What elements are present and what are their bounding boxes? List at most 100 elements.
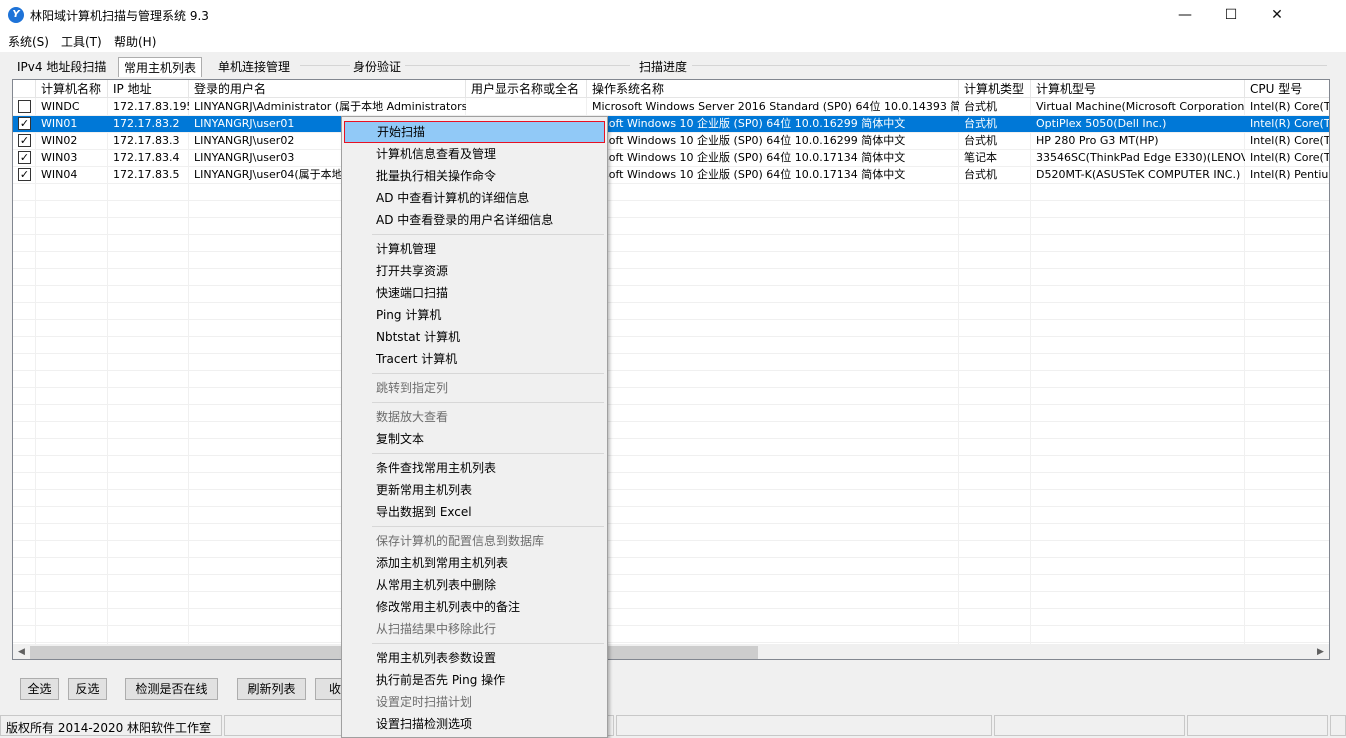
row-checkbox[interactable] — [18, 100, 31, 113]
column-header-cpu[interactable]: CPU 型号 — [1245, 80, 1329, 98]
minimize-button[interactable]: — — [1162, 0, 1208, 30]
grid-line — [13, 625, 1329, 626]
context-menu-item[interactable]: 开始扫描 — [344, 121, 605, 143]
grid-line — [13, 608, 1329, 609]
context-menu-item[interactable]: Tracert 计算机 — [344, 348, 605, 370]
grid-line — [13, 268, 1329, 269]
context-menu-item[interactable]: AD 中查看计算机的详细信息 — [344, 187, 605, 209]
cell-model: OptiPlex 5050(Dell Inc.) — [1036, 117, 1167, 130]
grid-line — [13, 200, 1329, 201]
cell-model: Virtual Machine(Microsoft Corporation) — [1036, 100, 1245, 113]
status-bar: 版权所有 2014-2020 林阳软件工作室 — [0, 713, 1346, 738]
menu-help[interactable]: 帮助(H) — [114, 33, 156, 50]
column-header-name[interactable]: 计算机名称 — [36, 80, 108, 98]
grid-line — [13, 319, 1329, 320]
close-button[interactable]: ✕ — [1254, 0, 1300, 30]
column-header-display-name[interactable]: 用户显示名称或全名 — [466, 80, 587, 98]
table-row[interactable]: WINDC 172.17.83.195 LINYANGRJ\Administrato… — [13, 98, 1330, 115]
cell-os: rosoft Windows 10 企业版 (SP0) 64位 10.0.171… — [592, 168, 906, 181]
status-panel — [994, 715, 1185, 736]
context-menu-item[interactable]: 条件查找常用主机列表 — [344, 457, 605, 479]
row-checkbox[interactable]: ✓ — [18, 134, 31, 147]
table-row[interactable]: ✓ WIN03 172.17.83.4 LINYANGRJ\user03 rosoft … — [13, 149, 1329, 166]
row-checkbox[interactable]: ✓ — [18, 117, 31, 130]
host-list-table[interactable]: 计算机名称 IP 地址 登录的用户名 用户显示名称或全名 操作系统名称 计算机类… — [12, 79, 1330, 660]
invert-selection-button[interactable]: 反选 — [68, 678, 107, 700]
row-checkbox[interactable]: ✓ — [18, 151, 31, 164]
select-all-button[interactable]: 全选 — [20, 678, 59, 700]
menu-tools[interactable]: 工具(T) — [61, 33, 102, 50]
status-panel — [616, 715, 992, 736]
horizontal-scrollbar[interactable]: ◀ ▶ — [13, 644, 1329, 659]
grid-line — [13, 285, 1329, 286]
column-header-model[interactable]: 计算机型号 — [1031, 80, 1245, 98]
tab-common-hosts[interactable]: 常用主机列表 — [118, 57, 203, 77]
context-menu-item[interactable]: 常用主机列表参数设置 — [344, 647, 605, 669]
context-menu-item[interactable]: AD 中查看登录的用户名详细信息 — [344, 209, 605, 231]
table-row[interactable]: ✓ WIN01 172.17.83.2 LINYANGRJ\user01 rosoft … — [13, 115, 1329, 132]
context-menu-item[interactable]: 快速端口扫描 — [344, 282, 605, 304]
maximize-button[interactable]: ☐ — [1208, 0, 1254, 30]
grid-line — [13, 506, 1329, 507]
column-header-ip[interactable]: IP 地址 — [108, 80, 189, 98]
context-menu-item[interactable]: 添加主机到常用主机列表 — [344, 552, 605, 574]
cell-os: rosoft Windows 10 企业版 (SP0) 64位 10.0.162… — [592, 117, 906, 130]
menu-bar: 系统(S) 工具(T) 帮助(H) — [0, 30, 1346, 52]
refresh-list-button[interactable]: 刷新列表 — [237, 678, 306, 700]
context-menu-item[interactable]: 设置扫描检测选项 — [344, 713, 605, 735]
context-menu-item[interactable]: 更新常用主机列表 — [344, 479, 605, 501]
context-menu: 开始扫描 计算机信息查看及管理 批量执行相关操作命令 AD 中查看计算机的详细信息 AD… — [341, 116, 608, 738]
cell-type: 台式机 — [964, 168, 997, 181]
grid-line — [13, 115, 1329, 116]
context-menu-item[interactable]: 修改常用主机列表中的备注 — [344, 596, 605, 618]
table-row[interactable]: ✓ WIN02 172.17.83.3 LINYANGRJ\user02 rosoft … — [13, 132, 1329, 149]
check-online-button[interactable]: 检测是否在线 — [125, 678, 218, 700]
context-menu-item: 保存计算机的配置信息到数据库 — [376, 534, 545, 548]
column-header-type[interactable]: 计算机类型 — [959, 80, 1031, 98]
tab-ipv4-scan[interactable]: IPv4 地址段扫描 — [17, 57, 106, 77]
table-row[interactable]: ✓ WIN04 172.17.83.5 LINYANGRJ\user04(属于本地 ro… — [13, 166, 1329, 183]
cell-type: 台式机 — [964, 117, 997, 130]
grid-line — [13, 438, 1329, 439]
status-panel — [1187, 715, 1328, 736]
cell-cpu: Intel(R) Core(TM — [1250, 100, 1330, 113]
context-menu-item[interactable]: 执行前是否先 Ping 操作 — [344, 669, 605, 691]
cell-os: Microsoft Windows Server 2016 Standard (… — [592, 100, 959, 113]
context-menu-item: 跳转到指定列 — [376, 381, 449, 395]
progress-group-label: 扫描进度 — [639, 60, 688, 74]
grid-line — [13, 132, 1329, 133]
grid-line — [13, 557, 1329, 558]
context-menu-item[interactable]: Nbtstat 计算机 — [344, 326, 605, 348]
column-header-os[interactable]: 操作系统名称 — [587, 80, 959, 98]
context-menu-separator — [372, 453, 604, 454]
vertical-scroll-edge — [1330, 80, 1346, 710]
context-menu-item[interactable]: 打开共享资源 — [344, 260, 605, 282]
cell-type: 台式机 — [964, 100, 997, 113]
scroll-left-icon[interactable]: ◀ — [13, 644, 30, 659]
context-menu-item[interactable]: Ping 计算机 — [344, 304, 605, 326]
grid-line — [13, 574, 1329, 575]
tab-single-connection[interactable]: 单机连接管理 — [218, 57, 290, 77]
context-menu-item[interactable]: 批量执行相关操作命令 — [344, 165, 605, 187]
cell-ip: 172.17.83.3 — [113, 134, 180, 147]
cell-name: WIN02 — [41, 134, 78, 147]
cell-model: 33546SC(ThinkPad Edge E330)(LENOVO) — [1036, 151, 1245, 164]
column-header-user[interactable]: 登录的用户名 — [189, 80, 466, 98]
column-header-checkbox[interactable] — [13, 80, 36, 98]
menu-system[interactable]: 系统(S) — [8, 33, 49, 50]
context-menu-separator — [372, 234, 604, 235]
context-menu-item[interactable]: 导出数据到 Excel — [344, 501, 605, 523]
cell-os: rosoft Windows 10 企业版 (SP0) 64位 10.0.162… — [592, 134, 906, 147]
cell-ip: 172.17.83.195 — [113, 100, 189, 113]
context-menu-item[interactable]: 从常用主机列表中删除 — [344, 574, 605, 596]
cell-type: 台式机 — [964, 134, 997, 147]
context-menu-item[interactable]: 复制文本 — [344, 428, 605, 450]
scroll-right-icon[interactable]: ▶ — [1312, 644, 1329, 659]
grid-line — [13, 404, 1329, 405]
context-menu-item[interactable]: 计算机管理 — [344, 238, 605, 260]
context-menu-item: 设置定时扫描计划 — [376, 695, 473, 709]
context-menu-item[interactable]: 计算机信息查看及管理 — [344, 143, 605, 165]
grid-line — [13, 234, 1329, 235]
row-checkbox[interactable]: ✓ — [18, 168, 31, 181]
auth-group-line-right — [405, 65, 630, 66]
